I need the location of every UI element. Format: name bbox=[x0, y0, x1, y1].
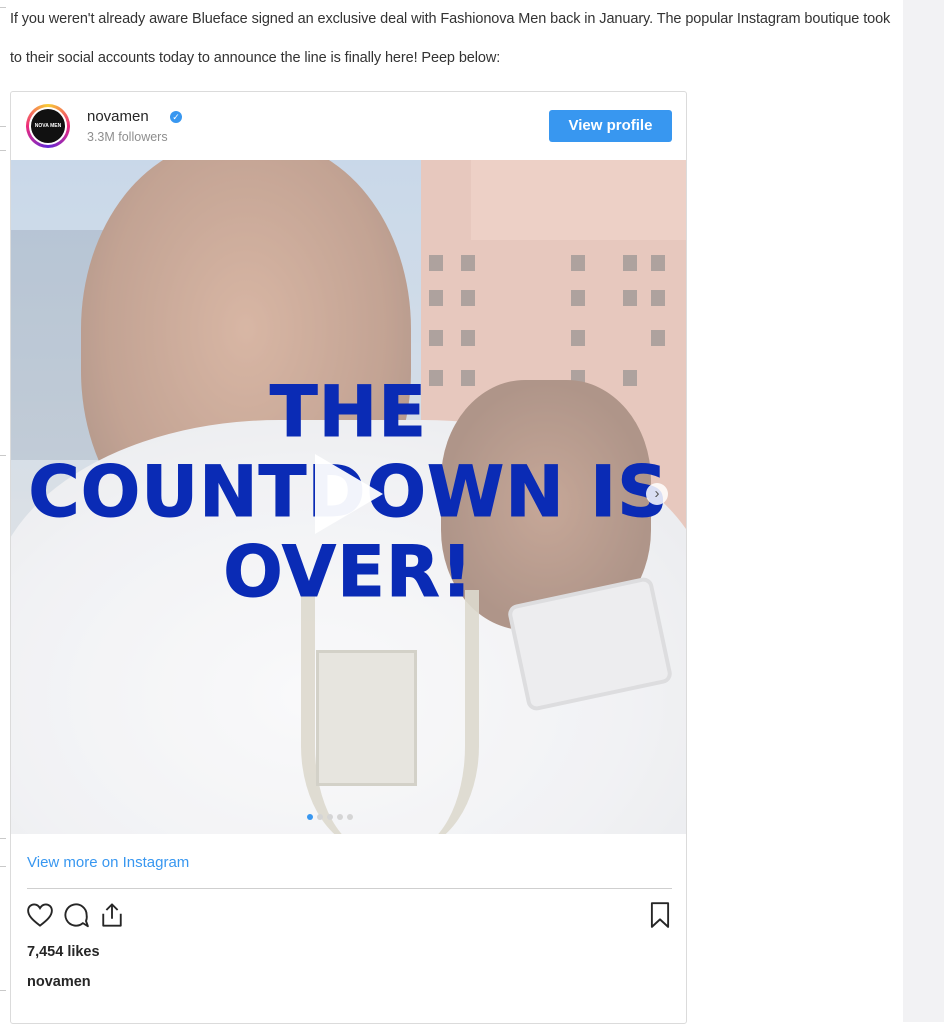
page-right-gutter bbox=[903, 0, 944, 1022]
username[interactable]: novamen bbox=[87, 108, 149, 125]
chevron-right-icon[interactable]: › bbox=[646, 483, 668, 505]
carousel-dots bbox=[307, 807, 357, 825]
view-more-on-instagram-link[interactable]: View more on Instagram bbox=[27, 854, 189, 871]
avatar-logo: NOVA MEN bbox=[31, 109, 65, 143]
carousel-dot[interactable] bbox=[317, 814, 323, 820]
carousel-dot[interactable] bbox=[327, 814, 333, 820]
share-icon[interactable] bbox=[97, 900, 127, 930]
carousel-dot[interactable] bbox=[337, 814, 343, 820]
article-intro-paragraph: If you weren't already aware Blueface si… bbox=[10, 11, 891, 66]
follower-count: 3.3M followers bbox=[87, 130, 168, 144]
post-media[interactable]: THE COUNTDOWN IS OVER! › bbox=[11, 160, 686, 834]
embed-header: NOVA MEN novamen ✓ 3.3M followers View p… bbox=[11, 92, 686, 160]
verified-check-icon: ✓ bbox=[170, 111, 182, 123]
caption-username[interactable]: novamen bbox=[27, 974, 91, 990]
play-icon[interactable] bbox=[315, 454, 383, 534]
avatar[interactable]: NOVA MEN bbox=[26, 104, 70, 148]
like-count[interactable]: 7,454 likes bbox=[27, 944, 100, 960]
carousel-dot[interactable] bbox=[347, 814, 353, 820]
comment-icon[interactable] bbox=[61, 900, 91, 930]
view-profile-button[interactable]: View profile bbox=[549, 110, 672, 142]
heart-icon[interactable] bbox=[25, 900, 55, 930]
divider bbox=[27, 888, 672, 889]
instagram-embed: NOVA MEN novamen ✓ 3.3M followers View p… bbox=[10, 91, 687, 1024]
bookmark-icon[interactable] bbox=[645, 900, 675, 930]
carousel-dot[interactable] bbox=[307, 814, 313, 820]
